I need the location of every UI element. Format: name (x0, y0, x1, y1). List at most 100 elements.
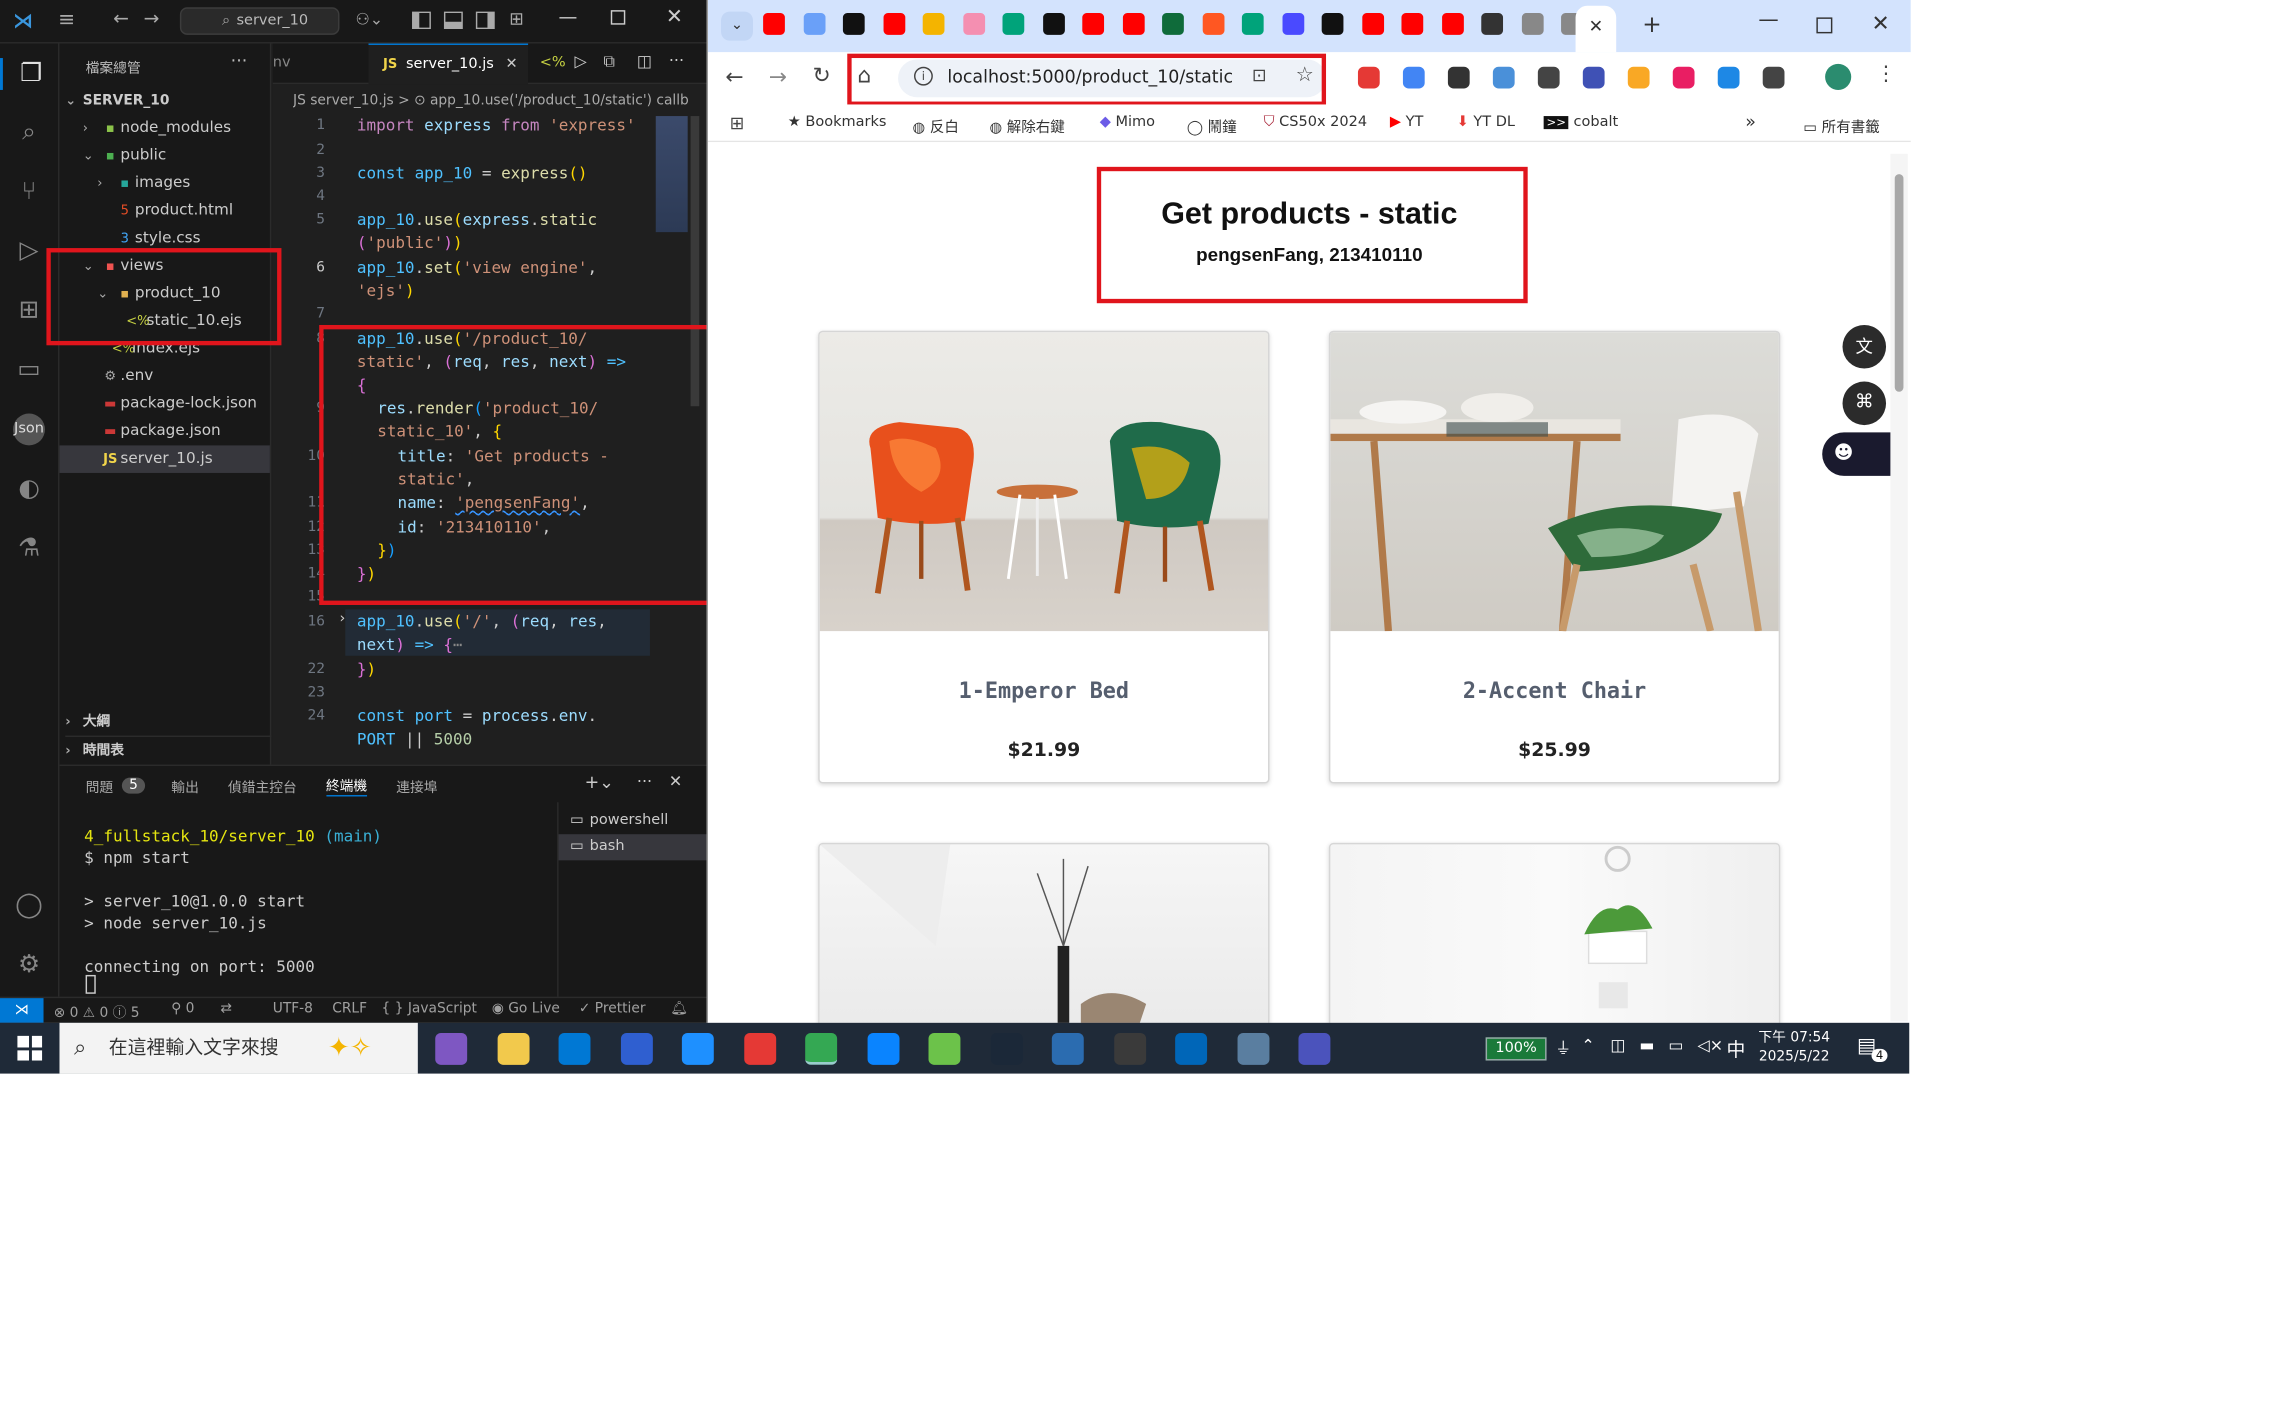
tab-favicon-youtube-icon[interactable] (1401, 13, 1424, 35)
tree-public[interactable]: ⌄ ▪ public (83, 142, 167, 170)
active-tab-close-icon[interactable]: ✕ (1575, 5, 1617, 53)
run-icon[interactable]: ▷ (575, 52, 587, 71)
extension-pdf-edit-icon[interactable] (1672, 66, 1695, 89)
taskbar-copilot-icon[interactable] (435, 1032, 468, 1065)
back-icon[interactable]: ← (725, 64, 743, 90)
plug-icon[interactable]: ⏚ (1555, 1036, 1571, 1059)
source-control-icon[interactable]: ⑂ (13, 176, 45, 208)
taskbar-chrome-icon[interactable] (805, 1032, 838, 1065)
taskbar-paint-icon[interactable] (928, 1032, 961, 1065)
tray-chevron-icon[interactable]: ⌃ (1581, 1036, 1594, 1055)
tree-env[interactable]: ⚙ .env (100, 363, 153, 391)
forward-icon[interactable]: → (769, 64, 787, 90)
volume-muted-icon[interactable]: ◁× (1697, 1036, 1723, 1055)
code-line-24b[interactable]: PORT || 5000 (357, 728, 472, 751)
bookmark-yt-dl[interactable]: ⬇ YT DL (1457, 115, 1515, 131)
tree-node-modules[interactable]: › ▪ node_modules (83, 115, 231, 143)
extension-ghost-icon[interactable] (1447, 66, 1470, 89)
tab-ports[interactable]: 連接埠 (396, 775, 437, 796)
taskbar-terminal-icon[interactable] (1113, 1032, 1146, 1065)
remote-indicator-icon[interactable]: ⋊ (0, 998, 44, 1023)
network-icon[interactable]: ▭ (1668, 1036, 1683, 1055)
tab-output[interactable]: 輸出 (171, 775, 199, 796)
code-line-16[interactable]: app_10.use('/', (req, res, (357, 611, 607, 634)
taskbar-outlook-icon[interactable] (558, 1032, 591, 1065)
fold-chevron-icon[interactable]: › (339, 611, 345, 627)
tree-images[interactable]: › ▪ images (97, 170, 190, 198)
product-card[interactable] (1328, 842, 1781, 1023)
run-debug-icon[interactable]: ▷ (13, 235, 45, 267)
status-language[interactable]: { } JavaScript (382, 1001, 477, 1017)
taskbar-pointer-icon[interactable] (681, 1032, 714, 1065)
explorer-icon[interactable]: ❐ (0, 58, 59, 90)
code-line-3[interactable]: const app_10 = express() (357, 162, 588, 185)
customize-layout-icon[interactable]: ⊞ (509, 9, 524, 29)
status-ports[interactable]: ⚲ 0 (171, 1001, 194, 1017)
bookmark-alarm[interactable]: ◯ 鬧鐘 (1187, 115, 1237, 136)
editor-more-icon[interactable]: ··· (669, 51, 684, 70)
tab-favicon-youtube-icon[interactable] (1361, 13, 1384, 35)
tab-favicon-infinity-icon[interactable] (962, 13, 985, 35)
thunder-client-icon[interactable]: ◐ (13, 473, 45, 505)
close-panel-icon[interactable]: ✕ (669, 772, 682, 791)
tab-favicon-youtube-icon[interactable] (1441, 13, 1464, 35)
status-encoding[interactable]: UTF-8 (273, 1001, 313, 1017)
taskbar-teams-icon[interactable] (1298, 1032, 1331, 1065)
tab-favicon-youtube-icon[interactable] (763, 13, 785, 35)
notifications-icon[interactable]: 🔔︎ (670, 1001, 688, 1017)
minimap[interactable] (655, 116, 688, 233)
taskbar-remote-icon[interactable] (1236, 1032, 1269, 1065)
new-terminal-icon[interactable]: +⌄ (585, 772, 614, 792)
maximize-icon[interactable] (610, 10, 626, 25)
forward-arrow-icon[interactable]: → (144, 9, 160, 31)
clock[interactable]: 下午 07:54 2025/5/22 (1758, 1029, 1830, 1067)
assistant-widget-icon[interactable]: ☻ (1822, 432, 1892, 476)
command-center-search[interactable]: ⌕ server_10 (179, 7, 340, 35)
apps-grid-icon[interactable]: ⊞ (730, 113, 745, 133)
breadcrumb[interactable]: JS server_10.js > ⊙ app_10.use('/product… (293, 93, 706, 109)
toggle-panel-icon[interactable] (443, 11, 463, 30)
close-icon[interactable]: ✕ (666, 6, 683, 29)
bookmark-bookmarks[interactable]: ★ Bookmarks (788, 115, 887, 131)
code-line-24[interactable]: const port = process.env. (357, 705, 597, 728)
product-card[interactable]: 2-Accent Chair $25.99 (1328, 330, 1781, 784)
taskbar-vscode-icon[interactable] (1175, 1032, 1208, 1065)
json-icon[interactable]: Json (13, 413, 45, 446)
code-line-5[interactable]: app_10.use(express.static (357, 209, 597, 232)
code-line-6b[interactable]: 'ejs') (357, 280, 415, 303)
taskbar-edge-icon[interactable] (866, 1032, 899, 1065)
search-view-icon[interactable]: ⌕ (13, 116, 45, 148)
split-editor-icon[interactable]: ◫ (637, 52, 652, 71)
tab-terminal[interactable]: 終端機 (325, 775, 368, 797)
terminal-bash[interactable]: ▭ bash (558, 834, 707, 861)
tab-problems[interactable]: 問題 (86, 775, 114, 796)
reload-icon[interactable]: ↻ (812, 62, 830, 88)
tree-server-10-js[interactable]: JS server_10.js (59, 445, 270, 473)
code-line-5b[interactable]: ('public')) (357, 232, 463, 255)
new-tab-icon[interactable]: + (1642, 10, 1661, 38)
tab-favicon-youtube-icon[interactable] (1082, 13, 1105, 35)
battery-indicator[interactable]: 100% (1485, 1037, 1547, 1061)
testing-icon[interactable]: ⚗ (13, 532, 45, 564)
extension-vpn-icon[interactable] (1627, 66, 1650, 89)
terminal-output[interactable]: 4_fullstack_10/server_10 (main) $ npm st… (84, 826, 382, 978)
extension-download-icon[interactable] (1537, 66, 1560, 89)
extension-record-icon[interactable] (1357, 66, 1380, 89)
bookmarks-overflow-icon[interactable]: » (1745, 112, 1756, 132)
product-image[interactable] (1330, 332, 1779, 633)
translate-widget-icon[interactable]: 文 (1842, 324, 1887, 369)
bookmark-cobalt[interactable]: >> cobalt (1543, 115, 1618, 131)
product-image[interactable] (819, 332, 1268, 632)
taskbar-l-app-icon[interactable] (620, 1032, 653, 1065)
tab-favicon-printer-icon[interactable] (1481, 13, 1504, 35)
minimize-icon[interactable]: — (1758, 9, 1778, 32)
product-card[interactable] (818, 842, 1270, 1023)
code-line-1[interactable]: import express from 'express' (357, 115, 636, 138)
code-line-16b[interactable]: next) => {⋯ (357, 634, 463, 657)
bookmark-yt[interactable]: ▶ YT (1390, 115, 1424, 131)
product-image[interactable] (1330, 844, 1779, 1023)
back-arrow-icon[interactable]: ← (113, 9, 129, 31)
taskbar-app-icon[interactable] (1051, 1032, 1084, 1065)
tab-favicon-openai-icon[interactable] (1321, 13, 1344, 35)
accounts-icon[interactable]: ◯ (13, 889, 45, 921)
